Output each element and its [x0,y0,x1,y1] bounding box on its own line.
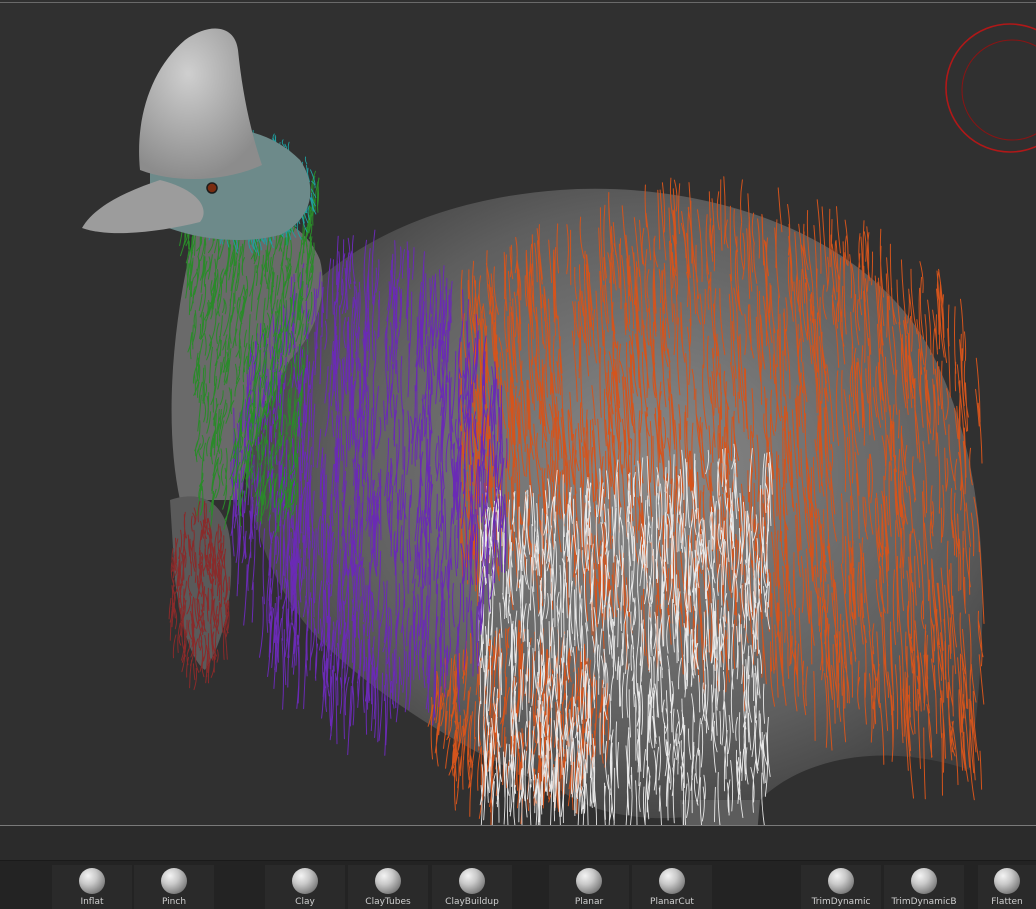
brush-label: Planar [574,897,604,907]
brush-trimdynamic[interactable]: TrimDynamic [801,865,881,909]
casque-mesh [139,28,262,180]
brush-claybuildup[interactable]: ClayBuildup [432,865,512,909]
brush-label: TrimDynamic [811,897,871,907]
brush-label: TrimDynamicB [891,897,957,907]
flatten-brush-icon [994,868,1020,894]
brush-pinch[interactable]: Pinch [134,865,214,909]
brush-claytubes[interactable]: ClayTubes [348,865,428,909]
brush-label: ClayBuildup [445,897,499,907]
canvas-viewport[interactable] [0,0,1036,826]
brush-label: PlanarCut [650,897,694,907]
brush-label: Inflat [80,897,104,907]
planar-brush-icon [576,868,602,894]
claytubes-brush-icon [375,868,401,894]
brush-label: Pinch [161,897,187,907]
brush-label: ClayTubes [365,897,411,907]
brush-shelf: Inflat Pinch Clay ClayTubes ClayBuildup … [0,860,1036,909]
brush-trimdynamicb[interactable]: TrimDynamicB [884,865,964,909]
pinch-brush-icon [161,868,187,894]
navigation-gizmo [945,23,1036,153]
sculpt-model[interactable] [0,0,1036,826]
trimdynamicb-brush-icon [911,868,937,894]
clay-brush-icon [292,868,318,894]
brush-clay[interactable]: Clay [265,865,345,909]
inflate-brush-icon [79,868,105,894]
brush-label: Clay [295,897,315,907]
brush-label: Flatten [991,897,1023,907]
brush-inflat[interactable]: Inflat [52,865,132,909]
trimdynamic-brush-icon [828,868,854,894]
brush-planarcut[interactable]: PlanarCut [632,865,712,909]
brush-planar[interactable]: Planar [549,865,629,909]
planarcut-brush-icon [659,868,685,894]
eye [206,182,218,194]
claybuildup-brush-icon [459,868,485,894]
shelf-spacer [0,826,1036,860]
brush-flatten[interactable]: Flatten [978,865,1036,909]
